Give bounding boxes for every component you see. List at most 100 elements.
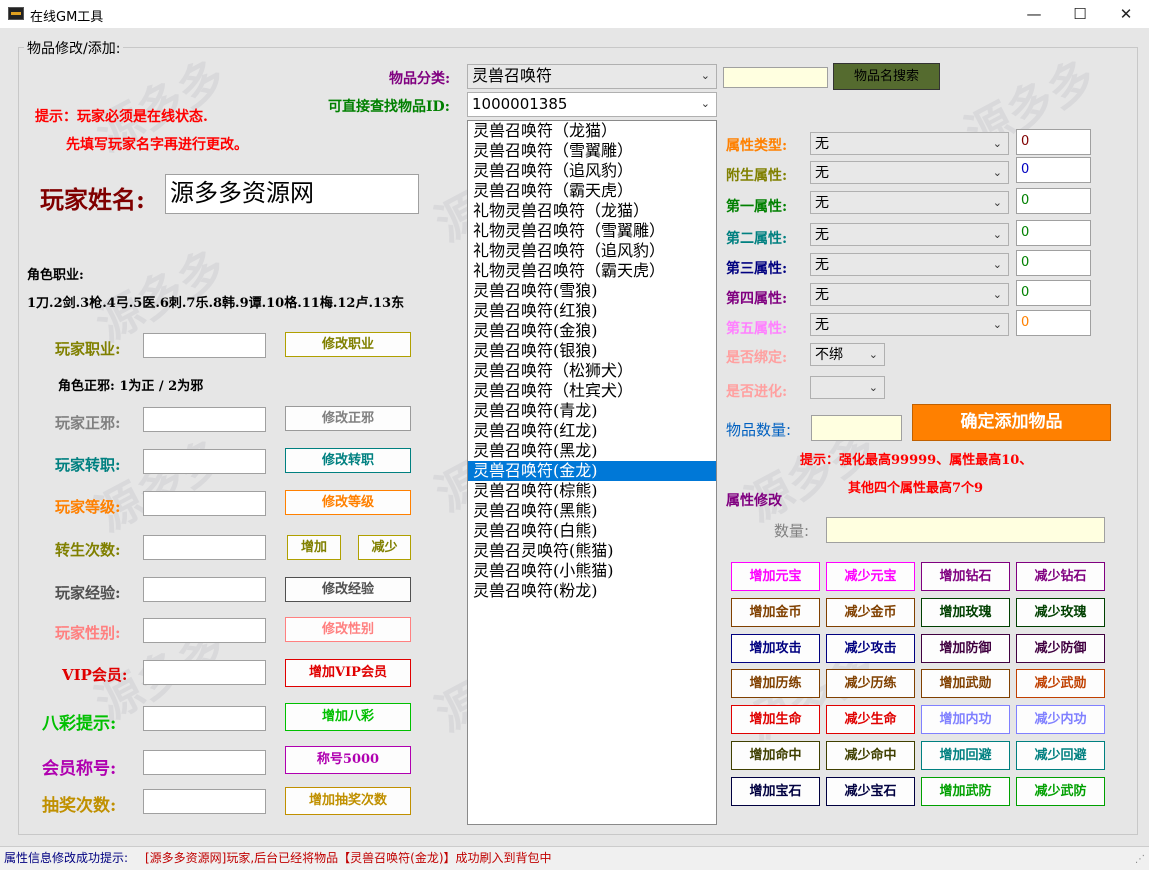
list-item[interactable]: 灵兽召唤符（龙猫） (468, 121, 716, 141)
grid-button[interactable]: 减少武勋 (1016, 669, 1105, 699)
list-item[interactable]: 灵兽召唤符(雪狼) (468, 281, 716, 301)
modify-level-button[interactable]: 修改等级 (285, 490, 411, 515)
gender-input[interactable] (143, 618, 266, 643)
grid-button[interactable]: 减少钻石 (1016, 562, 1105, 591)
list-item[interactable]: 灵兽召唤符（杜宾犬） (468, 381, 716, 401)
grid-button[interactable]: 减少历练 (826, 669, 915, 699)
attr-type-select[interactable]: 无 ⌄ (810, 132, 1009, 155)
list-item[interactable]: 灵兽召唤符(金龙) (468, 461, 716, 481)
list-item[interactable]: 灵兽召唤符(粉龙) (468, 581, 716, 601)
maximize-button[interactable]: ☐ (1057, 0, 1103, 28)
attr-modify-qty-input[interactable] (826, 517, 1105, 543)
close-button[interactable]: ✕ (1103, 0, 1149, 28)
list-item[interactable]: 灵兽召唤符(红龙) (468, 421, 716, 441)
modify-gender-button[interactable]: 修改性别 (285, 617, 411, 642)
grid-button[interactable]: 增加玫瑰 (921, 597, 1010, 627)
list-item[interactable]: 灵兽召唤符（雪翼雕） (468, 141, 716, 161)
rainbow-input[interactable] (143, 706, 266, 731)
grid-button[interactable]: 减少金币 (826, 597, 915, 627)
add-vip-button[interactable]: 增加VIP会员 (285, 659, 411, 687)
list-item[interactable]: 灵兽召唤符(银狼) (468, 341, 716, 361)
attr2-select[interactable]: 无 ⌄ (810, 223, 1009, 246)
attached-attr-num[interactable]: 0 (1016, 157, 1091, 183)
list-item[interactable]: 礼物灵兽召唤符（雪翼雕） (468, 221, 716, 241)
bind-select[interactable]: 不绑 ⌄ (810, 343, 885, 366)
grid-button[interactable]: 增加武勋 (921, 669, 1010, 699)
grid-button[interactable]: 减少元宝 (826, 562, 915, 591)
grid-button[interactable]: 减少防御 (1016, 633, 1105, 663)
align-input[interactable] (143, 407, 266, 432)
evolve-select[interactable]: ⌄ (810, 376, 885, 399)
attr4-num[interactable]: 0 (1016, 280, 1091, 306)
list-item[interactable]: 灵兽召唤符(棕熊) (468, 481, 716, 501)
grid-button[interactable]: 增加元宝 (731, 562, 820, 591)
grid-button[interactable]: 减少生命 (826, 705, 915, 735)
grid-button[interactable]: 减少玫瑰 (1016, 597, 1105, 627)
job-input[interactable] (143, 333, 266, 358)
grid-button[interactable]: 增加命中 (731, 741, 820, 770)
grid-button[interactable]: 减少内功 (1016, 705, 1105, 735)
grid-button[interactable]: 增加金币 (731, 597, 820, 627)
attr3-select[interactable]: 无 ⌄ (810, 253, 1009, 276)
list-item[interactable]: 礼物灵兽召唤符（龙猫） (468, 201, 716, 221)
grid-button[interactable]: 减少回避 (1016, 741, 1105, 770)
grid-button[interactable]: 增加武防 (921, 776, 1010, 806)
attr4-select[interactable]: 无 ⌄ (810, 283, 1009, 306)
rebirth-add-button[interactable]: 增加 (287, 535, 341, 560)
list-item[interactable]: 灵兽召唤符(青龙) (468, 401, 716, 421)
grid-button[interactable]: 减少命中 (826, 741, 915, 770)
add-rainbow-button[interactable]: 增加八彩 (285, 703, 411, 731)
list-item[interactable]: 礼物灵兽召唤符（霸天虎） (468, 261, 716, 281)
modify-transfer-button[interactable]: 修改转职 (285, 448, 411, 473)
minimize-button[interactable]: — (1011, 0, 1057, 28)
list-item[interactable]: 灵兽召唤符（松狮犬） (468, 361, 716, 381)
list-item[interactable]: 灵兽召唤符(红狼) (468, 301, 716, 321)
list-item[interactable]: 灵兽召唤符（追风豹） (468, 161, 716, 181)
quantity-input[interactable] (811, 415, 902, 441)
attached-attr-select[interactable]: 无 ⌄ (810, 161, 1009, 184)
grid-button[interactable]: 增加历练 (731, 669, 820, 699)
list-item[interactable]: 灵兽召唤符(白熊) (468, 521, 716, 541)
grid-button[interactable]: 增加防御 (921, 633, 1010, 663)
list-item[interactable]: 礼物灵兽召唤符（追风豹） (468, 241, 716, 261)
transfer-input[interactable] (143, 449, 266, 474)
grid-button[interactable]: 增加钻石 (921, 562, 1010, 591)
lottery-input[interactable] (143, 789, 266, 814)
add-lottery-button[interactable]: 增加抽奖次数 (285, 787, 411, 815)
attr1-num[interactable]: 0 (1016, 188, 1091, 214)
category-select[interactable]: 灵兽召唤符 ⌄ (467, 64, 717, 89)
player-name-field[interactable]: 源多多资源网 (165, 174, 419, 214)
list-item[interactable]: 灵兽召唤符(黑龙) (468, 441, 716, 461)
rebirth-input[interactable] (143, 535, 266, 560)
list-item[interactable]: 灵兽召唤符(小熊猫) (468, 561, 716, 581)
list-item[interactable]: 灵兽召唤符（霸天虎） (468, 181, 716, 201)
list-item[interactable]: 灵兽召唤符(金狼) (468, 321, 716, 341)
attr1-select[interactable]: 无 ⌄ (810, 191, 1009, 214)
item-listbox[interactable]: 灵兽召唤符（龙猫） 灵兽召唤符（雪翼雕） 灵兽召唤符（追风豹） 灵兽召唤符（霸天虎）礼… (467, 120, 717, 825)
title-5000-button[interactable]: 称号5000 (285, 746, 411, 774)
grid-button[interactable]: 增加宝石 (731, 776, 820, 806)
grid-button[interactable]: 增加回避 (921, 741, 1010, 770)
attr2-num[interactable]: 0 (1016, 220, 1091, 246)
confirm-add-item-button[interactable]: 确定添加物品 (912, 404, 1111, 441)
title-input[interactable] (143, 750, 266, 775)
attr5-num[interactable]: 0 (1016, 310, 1091, 336)
vip-input[interactable] (143, 660, 266, 685)
grid-button[interactable]: 增加内功 (921, 705, 1010, 735)
rebirth-sub-button[interactable]: 减少 (358, 535, 411, 560)
grid-button[interactable]: 增加攻击 (731, 633, 820, 663)
list-item[interactable]: 灵兽召唤符(黑熊) (468, 501, 716, 521)
search-input[interactable] (723, 67, 828, 88)
resize-grip-icon[interactable]: ⋰ (1135, 855, 1147, 867)
modify-exp-button[interactable]: 修改经验 (285, 577, 411, 602)
grid-button[interactable]: 减少攻击 (826, 633, 915, 663)
exp-input[interactable] (143, 577, 266, 602)
modify-job-button[interactable]: 修改职业 (285, 332, 411, 357)
grid-button[interactable]: 减少宝石 (826, 776, 915, 806)
item-search-button[interactable]: 物品名搜索 (833, 63, 940, 90)
item-id-select[interactable]: 1000001385 ⌄ (467, 92, 717, 117)
grid-button[interactable]: 增加生命 (731, 705, 820, 735)
level-input[interactable] (143, 491, 266, 516)
attr-type-num[interactable]: 0 (1016, 129, 1091, 155)
modify-align-button[interactable]: 修改正邪 (285, 406, 411, 431)
